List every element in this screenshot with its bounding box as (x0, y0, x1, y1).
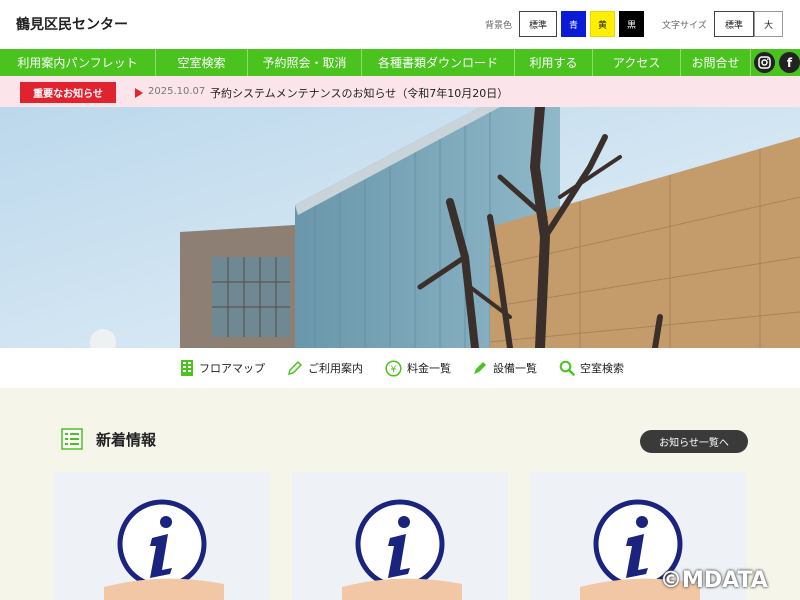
search-icon (559, 360, 575, 376)
building-icon (181, 360, 193, 376)
quick-link-equipment[interactable]: 設備一覧 (472, 357, 537, 379)
arrow-right-icon (135, 88, 143, 98)
news-card[interactable] (54, 472, 270, 600)
bg-blue-button[interactable]: 青 (561, 11, 586, 37)
news-list-button[interactable]: お知らせ一覧へ (640, 430, 748, 453)
quick-link-label: ご利用案内 (308, 362, 363, 375)
main-nav: 利用案内パンフレット 空室検索 予約照会・取消 各種書類ダウンロード 利用する … (0, 49, 800, 76)
pencil-icon (287, 360, 303, 376)
nav-item-pamphlet[interactable]: 利用案内パンフレット (0, 49, 156, 76)
site-title[interactable]: 鶴見区民センター (16, 14, 128, 34)
important-notice-badge: 重要なお知らせ (20, 82, 116, 103)
building-photo (0, 107, 800, 348)
info-icon (342, 499, 462, 600)
quick-link-label: 設備一覧 (493, 362, 537, 375)
bg-yellow-button[interactable]: 黄 (590, 11, 615, 37)
nav-item-use[interactable]: 利用する (515, 49, 593, 76)
instagram-glyph (758, 56, 771, 69)
quick-link-vacancy-search[interactable]: 空室検索 (559, 357, 624, 379)
instagram-icon[interactable] (754, 52, 775, 73)
facebook-glyph: f (786, 55, 793, 70)
yen-glyph: ¥ (391, 365, 397, 375)
yen-icon: ¥ (385, 359, 402, 377)
nav-item-vacancy-search[interactable]: 空室検索 (156, 49, 248, 76)
bg-black-button[interactable]: 黒 (619, 11, 644, 37)
news-card[interactable] (292, 472, 508, 600)
quick-link-label: 料金一覧 (407, 362, 451, 375)
news-title: 新着情報 (96, 431, 157, 449)
bg-color-label: 背景色 (485, 21, 513, 31)
quick-link-fees[interactable]: ¥ 料金一覧 (385, 357, 451, 379)
hero-image (0, 107, 800, 348)
font-size-label: 文字サイズ (662, 21, 707, 31)
font-large-button[interactable]: 大 (754, 11, 783, 37)
quick-link-floor-map[interactable]: フロアマップ (180, 357, 265, 379)
font-standard-button[interactable]: 標準 (714, 11, 754, 37)
nav-item-contact[interactable]: お問合せ (681, 49, 751, 76)
notice-date: 2025.10.07 (148, 86, 206, 97)
nav-item-downloads[interactable]: 各種書類ダウンロード (362, 49, 515, 76)
nav-item-access[interactable]: アクセス (593, 49, 681, 76)
quick-link-label: 空室検索 (580, 362, 624, 375)
quick-link-label: フロアマップ (199, 362, 265, 375)
watermark: ©MDATA (660, 568, 768, 593)
header: 鶴見区民センター 背景色 標準 青 黄 黒 文字サイズ 標準 大 (0, 0, 800, 49)
nav-item-reservation[interactable]: 予約照会・取消 (248, 49, 362, 76)
quick-link-usage-guide[interactable]: ご利用案内 (287, 357, 363, 379)
info-icon (104, 499, 224, 600)
facebook-icon[interactable]: f (779, 52, 800, 73)
notice-link[interactable]: 予約システムメンテナンスのお知らせ（令和7年10月20日） (210, 85, 508, 101)
list-icon (61, 428, 83, 450)
pen-icon (474, 362, 486, 374)
bg-standard-button[interactable]: 標準 (519, 11, 557, 37)
